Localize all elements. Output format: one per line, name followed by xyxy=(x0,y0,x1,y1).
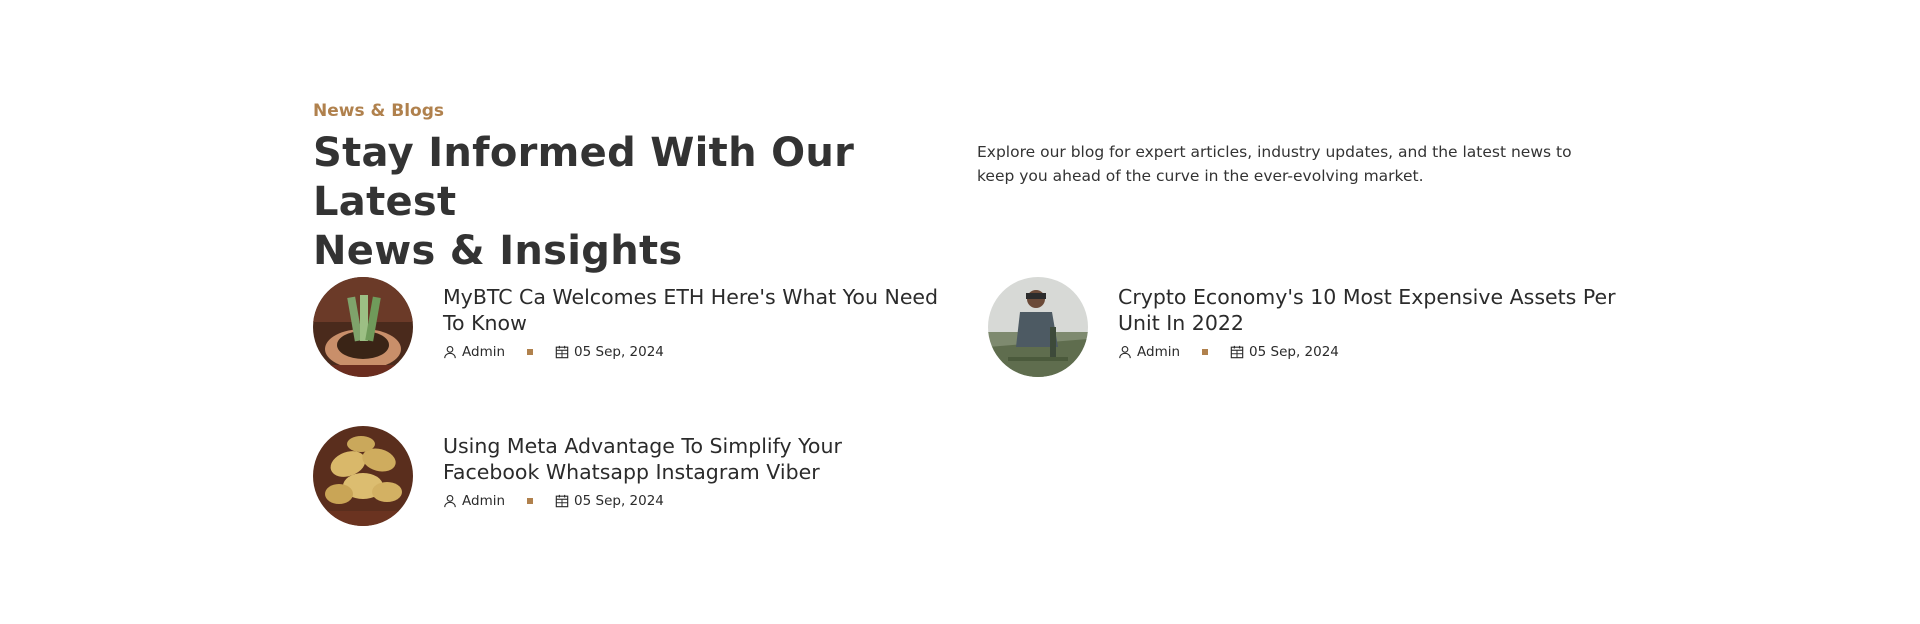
calendar-icon xyxy=(555,345,569,359)
meta-separator xyxy=(527,349,534,355)
post-meta: Admin 05 Sep, 2024 xyxy=(443,344,943,360)
post-title-link[interactable]: Crypto Economy's 10 Most Expensive Asset… xyxy=(1118,284,1618,336)
section-title-line-2: News & Insights xyxy=(313,228,683,274)
post-body: Using Meta Advantage To Simplify Your Fa… xyxy=(443,426,943,509)
post-author[interactable]: Admin xyxy=(443,493,505,509)
blog-post-card: Using Meta Advantage To Simplify Your Fa… xyxy=(313,426,943,526)
news-blogs-section: News & Blogs Stay Informed With Our Late… xyxy=(0,0,1920,624)
post-date: 05 Sep, 2024 xyxy=(1230,344,1339,360)
blog-post-card: MyBTC Ca Welcomes ETH Here's What You Ne… xyxy=(313,277,943,377)
post-author-name: Admin xyxy=(462,344,506,360)
potatoes-image xyxy=(313,426,413,526)
post-date-text: 05 Sep, 2024 xyxy=(574,344,664,360)
section-subtitle: News & Blogs xyxy=(313,101,444,121)
farmer-field-image xyxy=(988,277,1088,377)
section-description: Explore our blog for expert articles, in… xyxy=(977,143,1572,185)
user-icon xyxy=(444,495,456,508)
post-date: 05 Sep, 2024 xyxy=(555,344,664,360)
post-date-text: 05 Sep, 2024 xyxy=(1249,344,1339,360)
hands-soil-money-image xyxy=(313,277,413,377)
post-author[interactable]: Admin xyxy=(443,344,505,360)
post-title-link[interactable]: Using Meta Advantage To Simplify Your Fa… xyxy=(443,433,943,485)
post-body: MyBTC Ca Welcomes ETH Here's What You Ne… xyxy=(443,277,943,360)
calendar-icon xyxy=(555,494,569,508)
post-meta: Admin 05 Sep, 2024 xyxy=(443,493,943,509)
post-body: Crypto Economy's 10 Most Expensive Asset… xyxy=(1118,277,1618,360)
section-title-line-1: Stay Informed With Our Latest xyxy=(313,130,855,225)
post-author-name: Admin xyxy=(462,493,506,509)
post-date-text: 05 Sep, 2024 xyxy=(574,493,664,509)
post-thumbnail[interactable] xyxy=(313,426,413,526)
user-icon xyxy=(1119,346,1131,359)
meta-separator xyxy=(1202,349,1209,355)
post-author-name: Admin xyxy=(1137,344,1181,360)
user-icon xyxy=(444,346,456,359)
section-header: News & Blogs Stay Informed With Our Late… xyxy=(313,101,953,276)
post-thumbnail[interactable] xyxy=(988,277,1088,377)
post-meta: Admin 05 Sep, 2024 xyxy=(1118,344,1618,360)
post-title-link[interactable]: MyBTC Ca Welcomes ETH Here's What You Ne… xyxy=(443,284,943,336)
meta-separator xyxy=(527,498,534,504)
section-title: Stay Informed With Our Latest News & Ins… xyxy=(313,129,953,276)
post-author[interactable]: Admin xyxy=(1118,344,1180,360)
calendar-icon xyxy=(1230,345,1244,359)
blog-post-card: Crypto Economy's 10 Most Expensive Asset… xyxy=(988,277,1618,377)
post-thumbnail[interactable] xyxy=(313,277,413,377)
post-date: 05 Sep, 2024 xyxy=(555,493,664,509)
